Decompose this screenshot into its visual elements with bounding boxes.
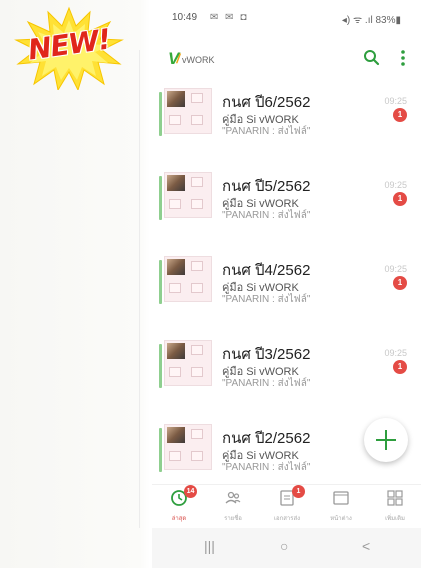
unread-badge: 1 [393, 360, 407, 374]
avatar-cell [191, 261, 203, 271]
row-accent [159, 92, 162, 136]
phone-screen: 10:49 ✉ ✉ ◘ ◂) ᯤ .ıl 83%▮ V / vWORK กนศ … [152, 0, 421, 568]
logo-text: vWORK [181, 55, 215, 65]
nav-badge: 1 [292, 485, 305, 498]
system-navigation-bar: ||| ○ < [152, 528, 421, 568]
more-vert-icon [401, 50, 405, 66]
back-button[interactable]: < [362, 538, 370, 554]
row-accent [159, 176, 162, 220]
avatar-cell [169, 451, 181, 461]
logo-mark-accent: / [176, 51, 180, 66]
search-button[interactable] [362, 48, 382, 68]
status-time: 10:49 [172, 12, 198, 23]
avatar-cell [191, 93, 203, 103]
app-bar: V / vWORK [152, 36, 421, 80]
bottom-nav: 14 ล่าสุด รายชื่อ 1 เอกสารส่ง หน้าต่าง เ… [152, 484, 421, 527]
row-accent [159, 344, 162, 388]
status-bar: 10:49 ✉ ✉ ◘ ◂) ᯤ .ıl 83%▮ [152, 0, 421, 34]
avatar-cell [191, 367, 203, 377]
conversation-time: 09:25 [384, 180, 407, 190]
window-icon [333, 491, 349, 505]
system-status: ◂) ᯤ .ıl 83%▮ [341, 15, 401, 26]
avatar-photo [167, 175, 185, 191]
nav-more[interactable]: เพิ่มเติม [368, 485, 421, 527]
group-avatar [164, 172, 212, 218]
avatar-cell [191, 177, 203, 187]
avatar-cell [169, 283, 181, 293]
nav-recent[interactable]: 14 ล่าสุด [152, 485, 206, 527]
avatar-cell [169, 115, 181, 125]
recent-apps-button[interactable]: ||| [204, 538, 215, 554]
unread-badge: 1 [393, 108, 407, 122]
nav-label: เพิ่มเติม [385, 516, 405, 522]
notification-icons: ✉ ✉ ◘ [210, 12, 249, 23]
conversation-item[interactable]: กนศ ปี3/2562 คู่มือ Si vWORK "PANARIN : … [152, 336, 421, 416]
plus-icon-stroke [385, 430, 387, 450]
home-button[interactable]: ○ [280, 538, 288, 554]
row-accent [159, 260, 162, 304]
grid-icon [387, 490, 403, 506]
nav-contacts[interactable]: รายชื่อ [206, 485, 260, 527]
avatar-cell [169, 199, 181, 209]
contacts-icon [225, 491, 241, 504]
conversation-item[interactable]: กนศ ปี5/2562 คู่มือ Si vWORK "PANARIN : … [152, 168, 421, 248]
conversation-time: 09:25 [384, 264, 407, 274]
nav-label: หน้าต่าง [330, 516, 352, 522]
avatar-photo [167, 259, 185, 275]
search-icon [364, 50, 380, 66]
conversation-snippet: "PANARIN : ส่งไฟล์" [222, 294, 311, 305]
unread-badge: 1 [393, 192, 407, 206]
unread-badge: 1 [393, 276, 407, 290]
group-avatar [164, 340, 212, 386]
conversation-snippet: "PANARIN : ส่งไฟล์" [222, 126, 311, 137]
conversation-time: 09:25 [384, 348, 407, 358]
nav-window[interactable]: หน้าต่าง [314, 485, 368, 527]
add-button[interactable] [364, 418, 408, 462]
nav-label: ล่าสุด [171, 516, 187, 522]
app-logo: V / vWORK [168, 50, 214, 68]
group-avatar [164, 424, 212, 470]
avatar-photo [167, 427, 185, 443]
new-badge: NEW! [14, 6, 124, 90]
avatar-cell [191, 451, 203, 461]
avatar-cell [191, 345, 203, 355]
avatar-cell [191, 283, 203, 293]
avatar-cell [191, 115, 203, 125]
conversation-item[interactable]: กนศ ปี6/2562 คู่มือ Si vWORK "PANARIN : … [152, 84, 421, 164]
nav-documents[interactable]: 1 เอกสารส่ง [260, 485, 314, 527]
avatar-photo [167, 91, 185, 107]
conversation-snippet: "PANARIN : ส่งไฟล์" [222, 378, 311, 389]
more-options-button[interactable] [396, 48, 410, 68]
group-avatar [164, 256, 212, 302]
row-accent [159, 428, 162, 472]
panel-edge [139, 50, 140, 528]
conversation-time: 09:25 [384, 96, 407, 106]
nav-label: เอกสารส่ง [273, 516, 301, 522]
conversation-item[interactable]: กนศ ปี4/2562 คู่มือ Si vWORK "PANARIN : … [152, 252, 421, 332]
avatar-cell [191, 199, 203, 209]
avatar-cell [169, 367, 181, 377]
nav-label: รายชื่อ [224, 516, 242, 522]
conversation-snippet: "PANARIN : ส่งไฟล์" [222, 462, 311, 473]
avatar-cell [191, 429, 203, 439]
nav-badge: 14 [184, 485, 197, 498]
group-avatar [164, 88, 212, 134]
conversation-snippet: "PANARIN : ส่งไฟล์" [222, 210, 311, 221]
avatar-photo [167, 343, 185, 359]
